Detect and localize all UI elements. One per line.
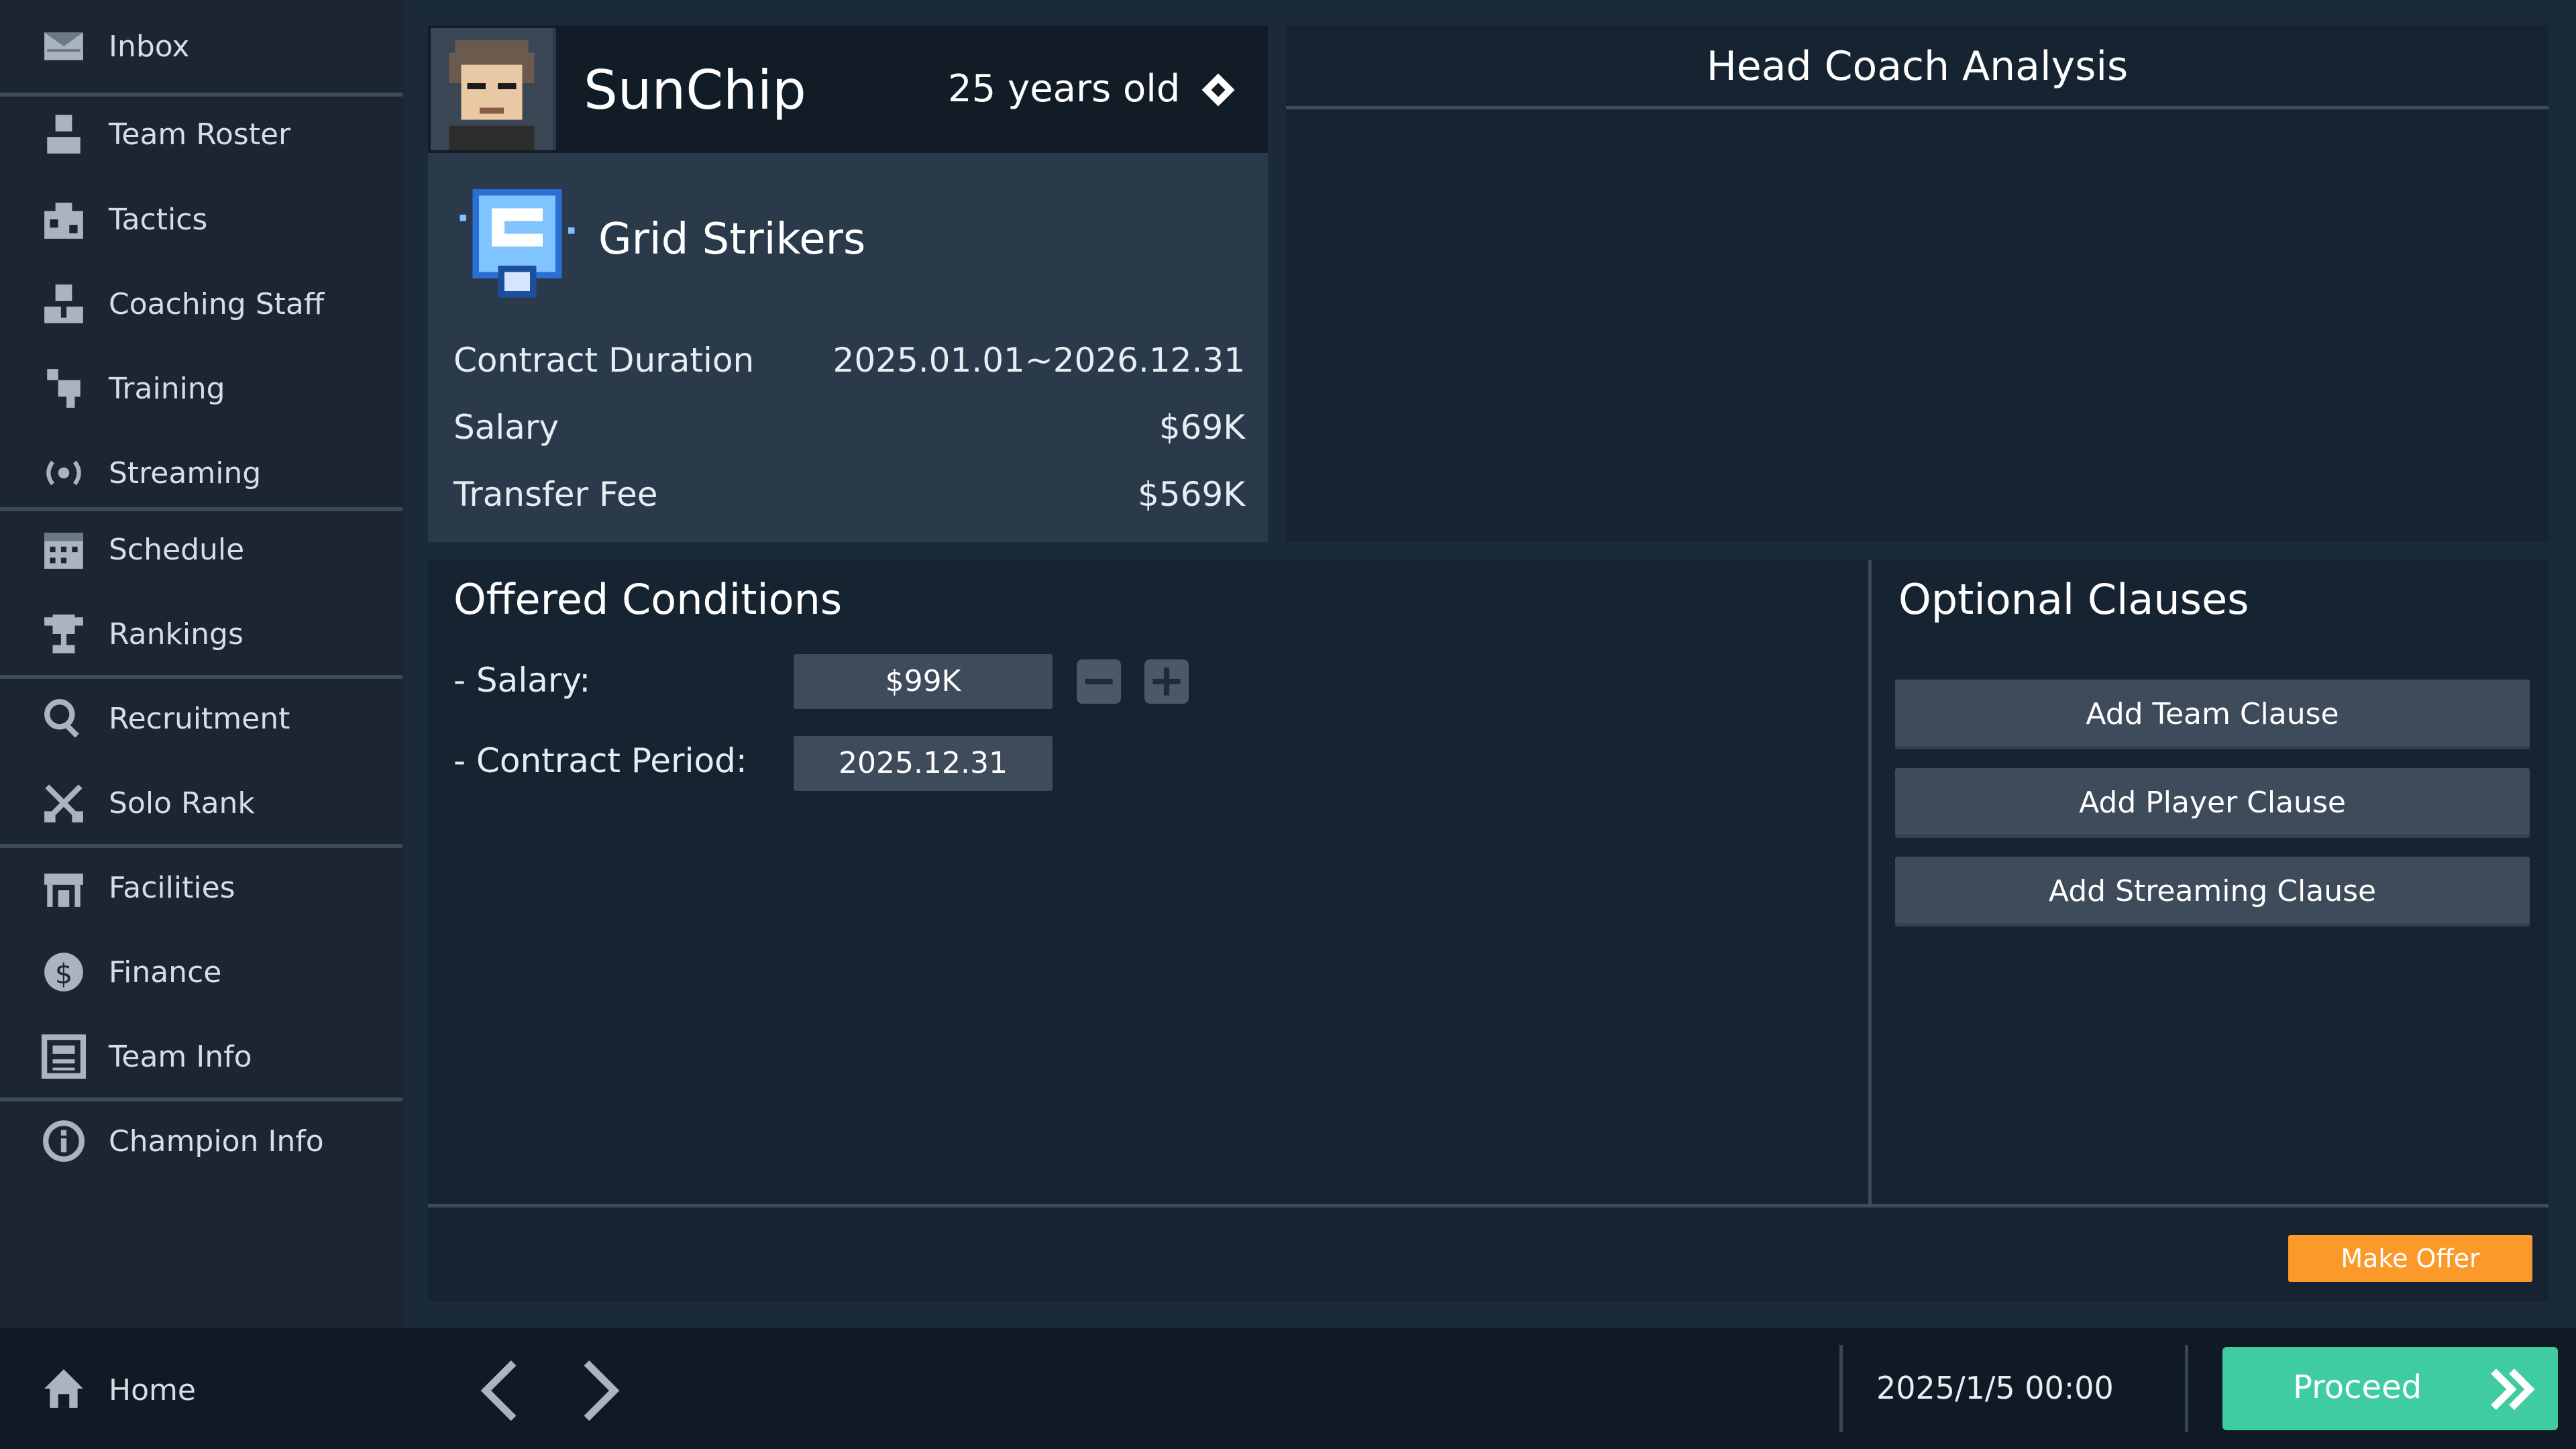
- transfer-fee-label: Transfer Fee: [453, 475, 658, 514]
- sidebar-item-label: Team Roster: [109, 117, 291, 152]
- divider: [2185, 1345, 2188, 1432]
- sidebar-item-label: Facilities: [109, 870, 235, 905]
- sidebar-item-label: Tactics: [109, 202, 208, 237]
- facilities-icon: [42, 865, 86, 910]
- proceed-button[interactable]: Proceed: [2222, 1347, 2558, 1430]
- team-name: Grid Strikers: [598, 215, 866, 264]
- coaching-staff-icon: [42, 282, 86, 326]
- trophy-icon: [42, 612, 86, 656]
- sidebar-item-label: Inbox: [109, 29, 190, 64]
- contract-duration-row: Contract Duration 2025.01.01~2026.12.31: [453, 341, 1245, 388]
- head-coach-title: Head Coach Analysis: [1286, 25, 2548, 109]
- double-chevron-right-icon: [2487, 1365, 2536, 1413]
- contract-period-label: - Contract Period:: [453, 741, 747, 780]
- transfer-fee-row: Transfer Fee $569K: [453, 475, 1245, 522]
- divider: [428, 1204, 2548, 1208]
- sidebar-item-label: Schedule: [109, 532, 245, 567]
- sidebar-item-training[interactable]: Training: [0, 352, 402, 425]
- divider: [1839, 1345, 1843, 1432]
- tactics-icon: [42, 197, 86, 241]
- team-logo: [453, 176, 581, 304]
- optional-clauses-title: Optional Clauses: [1898, 575, 2249, 624]
- player-age: 25 years old: [948, 67, 1181, 111]
- sidebar-item-label: Streaming: [109, 455, 262, 490]
- sidebar-item-label: Team Info: [109, 1039, 252, 1074]
- sidebar-item-label: Rankings: [109, 616, 244, 651]
- sidebar-item-recruitment[interactable]: Recruitment: [0, 682, 402, 755]
- sidebar-item-inbox[interactable]: Inbox: [0, 9, 402, 83]
- salary-offer-label: - Salary:: [453, 661, 591, 700]
- divider: [1868, 560, 1872, 1204]
- player-avatar: [431, 28, 556, 150]
- game-datetime: 2025/1/5 00:00: [1876, 1370, 2114, 1406]
- sidebar-item-label: Champion Info: [109, 1124, 324, 1159]
- training-icon: [42, 366, 86, 411]
- sidebar-item-champion-info[interactable]: Champion Info: [0, 1104, 402, 1178]
- divider: [0, 93, 402, 97]
- divider: [0, 1097, 402, 1102]
- position-icon: [1199, 71, 1237, 109]
- increase-salary-button[interactable]: [1144, 659, 1189, 704]
- back-button[interactable]: [463, 1354, 537, 1428]
- sidebar-item-label: Recruitment: [109, 701, 290, 736]
- divider: [0, 507, 402, 511]
- make-offer-button[interactable]: Make Offer: [2288, 1235, 2532, 1282]
- sidebar-item-label: Finance: [109, 955, 222, 989]
- search-icon: [42, 696, 86, 741]
- sidebar-item-label: Coaching Staff: [109, 286, 325, 321]
- team-info-icon: [42, 1034, 86, 1079]
- salary-row: Salary $69K: [453, 408, 1245, 455]
- salary-offer-field[interactable]: $99K: [794, 654, 1053, 709]
- sidebar: Inbox Team Roster Tactics Coaching Staff…: [0, 0, 402, 1328]
- sidebar-item-team-roster[interactable]: Team Roster: [0, 97, 402, 171]
- sidebar-item-team-info[interactable]: Team Info: [0, 1020, 402, 1093]
- home-button[interactable]: Home: [0, 1352, 402, 1426]
- decrease-salary-button[interactable]: [1077, 659, 1121, 704]
- transfer-fee-value: $569K: [1137, 475, 1245, 514]
- forward-button[interactable]: [564, 1354, 637, 1428]
- contract-period-field[interactable]: 2025.12.31: [794, 736, 1053, 791]
- divider: [0, 675, 402, 679]
- sidebar-item-schedule[interactable]: Schedule: [0, 513, 402, 586]
- crossed-swords-icon: [42, 781, 86, 825]
- proceed-label: Proceed: [2293, 1368, 2422, 1406]
- contract-duration-value: 2025.01.01~2026.12.31: [833, 341, 1245, 380]
- player-header: SunChip 25 years old: [428, 25, 1268, 153]
- inbox-icon: [42, 24, 86, 68]
- svg-text:$: $: [55, 958, 72, 990]
- salary-value: $69K: [1159, 408, 1245, 447]
- salary-label: Salary: [453, 408, 559, 447]
- sidebar-item-facilities[interactable]: Facilities: [0, 851, 402, 924]
- chevron-left-icon: [480, 1360, 517, 1421]
- player-card: SunChip 25 years old Grid Strikers Contr…: [428, 25, 1268, 542]
- sidebar-item-label: Solo Rank: [109, 786, 255, 820]
- add-team-clause-button[interactable]: Add Team Clause: [1895, 680, 2530, 749]
- sidebar-item-coaching-staff[interactable]: Coaching Staff: [0, 267, 402, 341]
- schedule-icon: [42, 527, 86, 572]
- sidebar-item-rankings[interactable]: Rankings: [0, 597, 402, 671]
- streaming-icon: [42, 451, 86, 495]
- head-coach-panel: Head Coach Analysis: [1286, 25, 2548, 542]
- sidebar-item-tactics[interactable]: Tactics: [0, 182, 402, 256]
- chevron-right-icon: [584, 1360, 620, 1421]
- team-roster-icon: [42, 112, 86, 156]
- add-streaming-clause-button[interactable]: Add Streaming Clause: [1895, 857, 2530, 926]
- info-icon: [42, 1119, 86, 1163]
- divider: [0, 844, 402, 848]
- sidebar-item-finance[interactable]: $ Finance: [0, 935, 402, 1009]
- finance-icon: $: [42, 950, 86, 994]
- player-name: SunChip: [584, 59, 806, 121]
- bottom-bar: Home 2025/1/5 00:00 Proceed: [0, 1328, 2576, 1449]
- contract-duration-label: Contract Duration: [453, 341, 755, 380]
- offer-panel: Offered Conditions - Salary: $99K - Cont…: [428, 560, 2548, 1301]
- sidebar-item-streaming[interactable]: Streaming: [0, 436, 402, 510]
- sidebar-item-solo-rank[interactable]: Solo Rank: [0, 766, 402, 840]
- add-player-clause-button[interactable]: Add Player Clause: [1895, 768, 2530, 838]
- home-label: Home: [109, 1373, 196, 1407]
- sidebar-item-label: Training: [109, 371, 225, 406]
- home-icon: [42, 1366, 86, 1411]
- offered-conditions-title: Offered Conditions: [453, 575, 843, 624]
